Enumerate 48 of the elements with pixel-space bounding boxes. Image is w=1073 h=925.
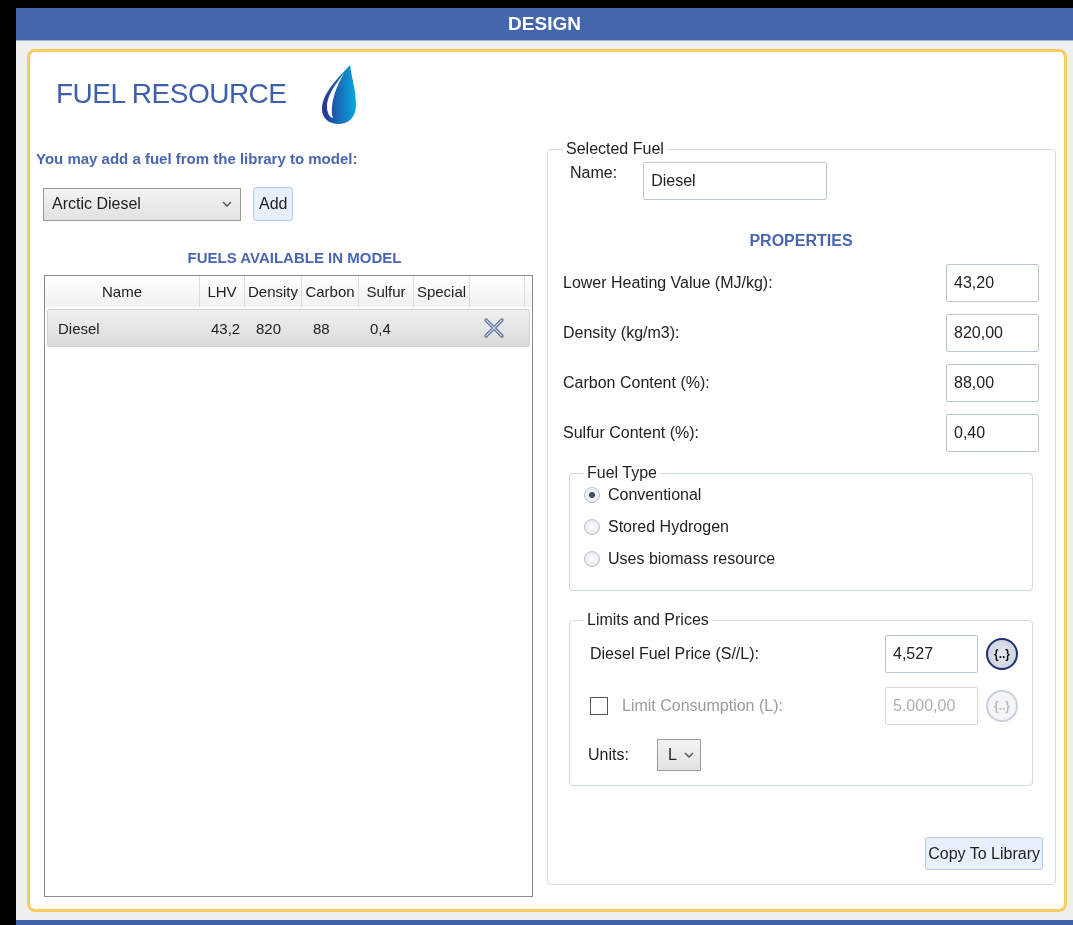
number-field[interactable]: 88,00 — [946, 364, 1039, 402]
table-cell-text: 43,2 — [210, 319, 242, 337]
table-cell-text: 88 — [312, 319, 331, 337]
fuel-dropdown[interactable]: Arctic Diesel — [43, 187, 241, 221]
add-button[interactable]: Add — [253, 187, 294, 221]
column-header: Carbon — [302, 276, 359, 307]
instruction-text: You may add a fuel from the library to model: — [36, 150, 359, 167]
table-cell-text: 820 — [255, 319, 283, 337]
field-label: Units: — [588, 746, 629, 764]
page-title: FUEL RESOURCE — [56, 78, 287, 110]
number-field[interactable]: 4,527 — [885, 635, 978, 673]
radio-button[interactable] — [584, 551, 600, 567]
field-label: Diesel Fuel Price (S//L): — [590, 645, 760, 663]
column-header: LHV — [200, 276, 245, 307]
units-dropdown[interactable]: L — [656, 739, 701, 771]
option-label: Conventional — [608, 486, 702, 504]
field-label: Density (kg/m3): — [563, 324, 680, 342]
column-header: Name — [45, 276, 200, 307]
table-title: FUELS AVAILABLE IN MODEL — [186, 249, 403, 266]
column-header: Special — [414, 276, 470, 307]
field-label: Limit Consumption (L): — [622, 697, 784, 715]
window-title: DESIGN — [508, 13, 581, 35]
variable-button[interactable]: {..} — [986, 638, 1018, 670]
option-label: Stored Hydrogen — [608, 518, 729, 536]
number-field[interactable]: 820,00 — [946, 314, 1039, 352]
table-cell-text: Diesel — [57, 319, 101, 337]
field-label: Sulfur Content (%): — [563, 424, 700, 442]
field-label: Carbon Content (%): — [563, 374, 710, 392]
group-title: Limits and Prices — [586, 611, 710, 629]
number-field[interactable]: 0,40 — [946, 414, 1039, 452]
table-row[interactable]: Diesel 43,2 820 88 0,4 — [47, 309, 530, 347]
table-cell-text: 0,4 — [369, 319, 392, 337]
delete-icon[interactable] — [483, 317, 505, 339]
number-field[interactable]: 43,20 — [946, 264, 1039, 302]
name-field[interactable]: Diesel — [643, 162, 828, 200]
radio-button[interactable] — [584, 487, 600, 503]
chevron-down-icon — [683, 752, 694, 758]
radio-button[interactable] — [584, 519, 600, 535]
option-label: Uses biomass resource — [608, 550, 776, 568]
group-title: Selected Fuel — [565, 140, 665, 158]
section-title: PROPERTIES — [748, 232, 854, 250]
column-header: Density — [245, 276, 302, 307]
column-header: Sulfur — [359, 276, 414, 307]
group-title: Fuel Type — [586, 464, 658, 482]
field-label: Lower Heating Value (MJ/kg): — [563, 274, 773, 292]
copy-to-library-button[interactable]: Copy To Library — [925, 837, 1043, 870]
field-label: Name: — [570, 164, 618, 182]
chevron-down-icon — [222, 201, 232, 207]
